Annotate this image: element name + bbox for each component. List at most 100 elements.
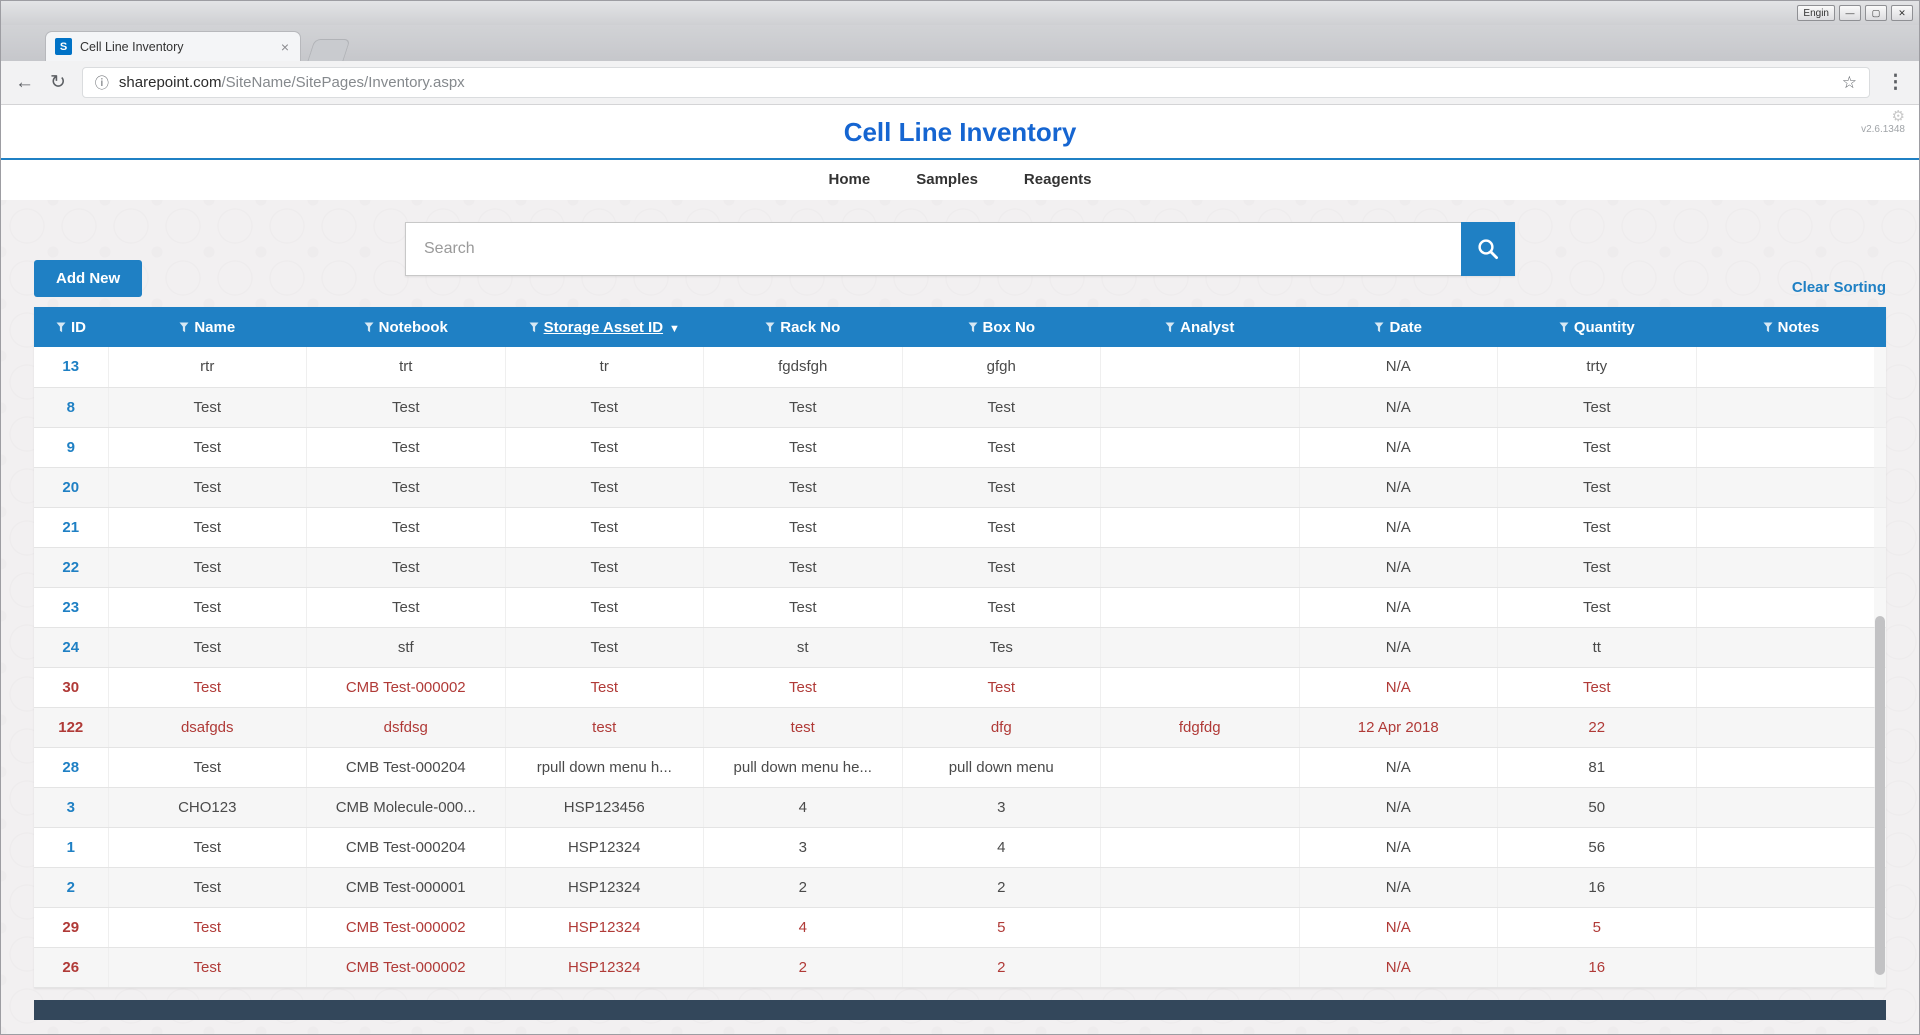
cell-name: Test bbox=[108, 507, 307, 548]
cell-date: N/A bbox=[1299, 667, 1498, 708]
cell-quantity: 16 bbox=[1497, 947, 1697, 988]
url-text[interactable]: sharepoint.com/SiteName/SitePages/Invent… bbox=[119, 74, 1832, 91]
clear-sorting-link[interactable]: Clear Sorting bbox=[1792, 279, 1886, 297]
table-row[interactable]: 30 Test CMB Test-000002 Test Test Test N/A Test bbox=[34, 667, 1886, 708]
cell-storage_asset_id: Test bbox=[505, 627, 704, 668]
cell-box_no: 3 bbox=[902, 787, 1101, 828]
cell-notebook: CMB Test-000204 bbox=[306, 747, 506, 788]
settings-gear-icon[interactable]: ⚙ bbox=[1861, 109, 1905, 124]
filter-funnel-icon[interactable] bbox=[529, 322, 539, 333]
cell-quantity: Test bbox=[1497, 387, 1697, 428]
table-row[interactable]: 26 Test CMB Test-000002 HSP12324 2 2 N/A 16 bbox=[34, 947, 1886, 988]
cell-quantity: 22 bbox=[1497, 707, 1697, 748]
column-header-analyst[interactable]: Analyst bbox=[1100, 307, 1299, 347]
add-new-button[interactable]: Add New bbox=[34, 260, 143, 297]
column-header-notes[interactable]: Notes bbox=[1696, 307, 1886, 347]
filter-funnel-icon[interactable] bbox=[1763, 322, 1773, 333]
nav-home[interactable]: Home bbox=[829, 171, 871, 188]
browser-menu-icon[interactable]: ⋮ bbox=[1886, 73, 1905, 92]
refresh-button[interactable]: ↻ bbox=[50, 73, 66, 92]
cell-notes bbox=[1696, 347, 1886, 388]
table-row[interactable]: 24 Test stf Test st Tes N/A tt bbox=[34, 627, 1886, 668]
cell-quantity: 50 bbox=[1497, 787, 1697, 828]
column-header-id[interactable]: ID bbox=[34, 307, 108, 347]
filter-funnel-icon[interactable] bbox=[1165, 322, 1175, 333]
table-row[interactable]: 2 Test CMB Test-000001 HSP12324 2 2 N/A 16 bbox=[34, 867, 1886, 908]
cell-quantity: Test bbox=[1497, 427, 1697, 468]
cell-id: 22 bbox=[34, 547, 109, 588]
table-row[interactable]: 13 rtr trt tr fgdsfgh gfgh N/A trty bbox=[34, 347, 1886, 388]
cell-analyst bbox=[1100, 907, 1300, 948]
table-row[interactable]: 21 Test Test Test Test Test N/A Test bbox=[34, 507, 1886, 548]
filter-funnel-icon[interactable] bbox=[765, 322, 775, 333]
minimize-button[interactable]: — bbox=[1839, 5, 1861, 21]
filter-funnel-icon[interactable] bbox=[1374, 322, 1384, 333]
cell-storage_asset_id: Test bbox=[505, 547, 704, 588]
cell-rack_no: 2 bbox=[703, 867, 903, 908]
table-row[interactable]: 20 Test Test Test Test Test N/A Test bbox=[34, 467, 1886, 508]
table-row[interactable]: 22 Test Test Test Test Test N/A Test bbox=[34, 547, 1886, 588]
column-header-quantity[interactable]: Quantity bbox=[1497, 307, 1696, 347]
table-row[interactable]: 28 Test CMB Test-000204 rpull down menu h..… bbox=[34, 747, 1886, 788]
filter-funnel-icon[interactable] bbox=[56, 322, 66, 333]
filter-funnel-icon[interactable] bbox=[968, 322, 978, 333]
nav-samples[interactable]: Samples bbox=[916, 171, 978, 188]
back-button[interactable]: ← bbox=[15, 73, 34, 92]
content-area: Add New Clear Sorting IDNameNotebookStor… bbox=[1, 200, 1919, 1034]
column-header-notebook[interactable]: Notebook bbox=[306, 307, 505, 347]
table-footer-bar bbox=[34, 999, 1886, 1020]
cell-notes bbox=[1696, 467, 1886, 508]
scrollbar-thumb[interactable] bbox=[1875, 616, 1885, 975]
actions-row: Add New Clear Sorting bbox=[1, 260, 1919, 297]
cell-name: Test bbox=[108, 627, 307, 668]
cell-id: 29 bbox=[34, 907, 109, 948]
bookmark-star-icon[interactable]: ☆ bbox=[1842, 73, 1857, 93]
column-header-date[interactable]: Date bbox=[1299, 307, 1498, 347]
table-row[interactable]: 9 Test Test Test Test Test N/A Test bbox=[34, 427, 1886, 468]
cell-quantity: Test bbox=[1497, 507, 1697, 548]
table-row[interactable]: 1 Test CMB Test-000204 HSP12324 3 4 N/A 56 bbox=[34, 827, 1886, 868]
cell-notebook: CMB Test-000002 bbox=[306, 667, 506, 708]
cell-box_no: 2 bbox=[902, 947, 1101, 988]
cell-quantity: Test bbox=[1497, 587, 1697, 628]
tab-close-icon[interactable]: × bbox=[279, 39, 291, 55]
cell-storage_asset_id: Test bbox=[505, 507, 704, 548]
column-header-box-no[interactable]: Box No bbox=[902, 307, 1101, 347]
cell-id: 1 bbox=[34, 827, 109, 868]
cell-analyst bbox=[1100, 747, 1300, 788]
column-header-name[interactable]: Name bbox=[108, 307, 307, 347]
cell-analyst bbox=[1100, 947, 1300, 988]
table-row[interactable]: 8 Test Test Test Test Test N/A Test bbox=[34, 387, 1886, 428]
cell-notebook: CMB Test-000002 bbox=[306, 947, 506, 988]
cell-rack_no: fgdsfgh bbox=[703, 347, 903, 388]
table-row[interactable]: 29 Test CMB Test-000002 HSP12324 4 5 N/A 5 bbox=[34, 907, 1886, 948]
cell-rack_no: Test bbox=[703, 547, 903, 588]
table-row[interactable]: 122 dsafgds dsfdsg test test dfg fdgfdg 12 Apr … bbox=[34, 707, 1886, 748]
browser-tab[interactable]: S Cell Line Inventory × bbox=[45, 31, 301, 61]
cell-notebook: CMB Test-000002 bbox=[306, 907, 506, 948]
cell-notebook: CMB Test-000001 bbox=[306, 867, 506, 908]
cell-id: 8 bbox=[34, 387, 109, 428]
close-button[interactable]: ✕ bbox=[1891, 5, 1913, 21]
cell-storage_asset_id: HSP12324 bbox=[505, 867, 704, 908]
page-header: ⚙ v2.6.1348 Cell Line Inventory Home Sam… bbox=[1, 105, 1919, 200]
page-title: Cell Line Inventory bbox=[843, 117, 1077, 147]
table-row[interactable]: 23 Test Test Test Test Test N/A Test bbox=[34, 587, 1886, 628]
column-header-rack-no[interactable]: Rack No bbox=[703, 307, 902, 347]
cell-analyst bbox=[1100, 827, 1300, 868]
filter-funnel-icon[interactable] bbox=[179, 322, 189, 333]
cell-notes bbox=[1696, 387, 1886, 428]
sort-desc-icon: ▼ bbox=[669, 322, 680, 335]
table-row[interactable]: 3 CHO123 CMB Molecule-000... HSP123456 4 3 N/A… bbox=[34, 787, 1886, 828]
new-tab-button[interactable] bbox=[307, 39, 351, 61]
table-scrollbar[interactable] bbox=[1874, 347, 1886, 988]
page-info-icon[interactable]: ⓘ bbox=[95, 73, 109, 93]
filter-funnel-icon[interactable] bbox=[1559, 322, 1569, 333]
url-bar[interactable]: ⓘ sharepoint.com/SiteName/SitePages/Inve… bbox=[81, 67, 1870, 98]
column-header-storage-asset-id[interactable]: Storage Asset ID ▼ bbox=[505, 307, 704, 347]
language-indicator-button[interactable]: Engin bbox=[1797, 5, 1835, 21]
nav-reagents[interactable]: Reagents bbox=[1024, 171, 1092, 188]
maximize-button[interactable]: ▢ bbox=[1865, 5, 1887, 21]
filter-funnel-icon[interactable] bbox=[364, 322, 374, 333]
app-version: v2.6.1348 bbox=[1861, 124, 1905, 135]
